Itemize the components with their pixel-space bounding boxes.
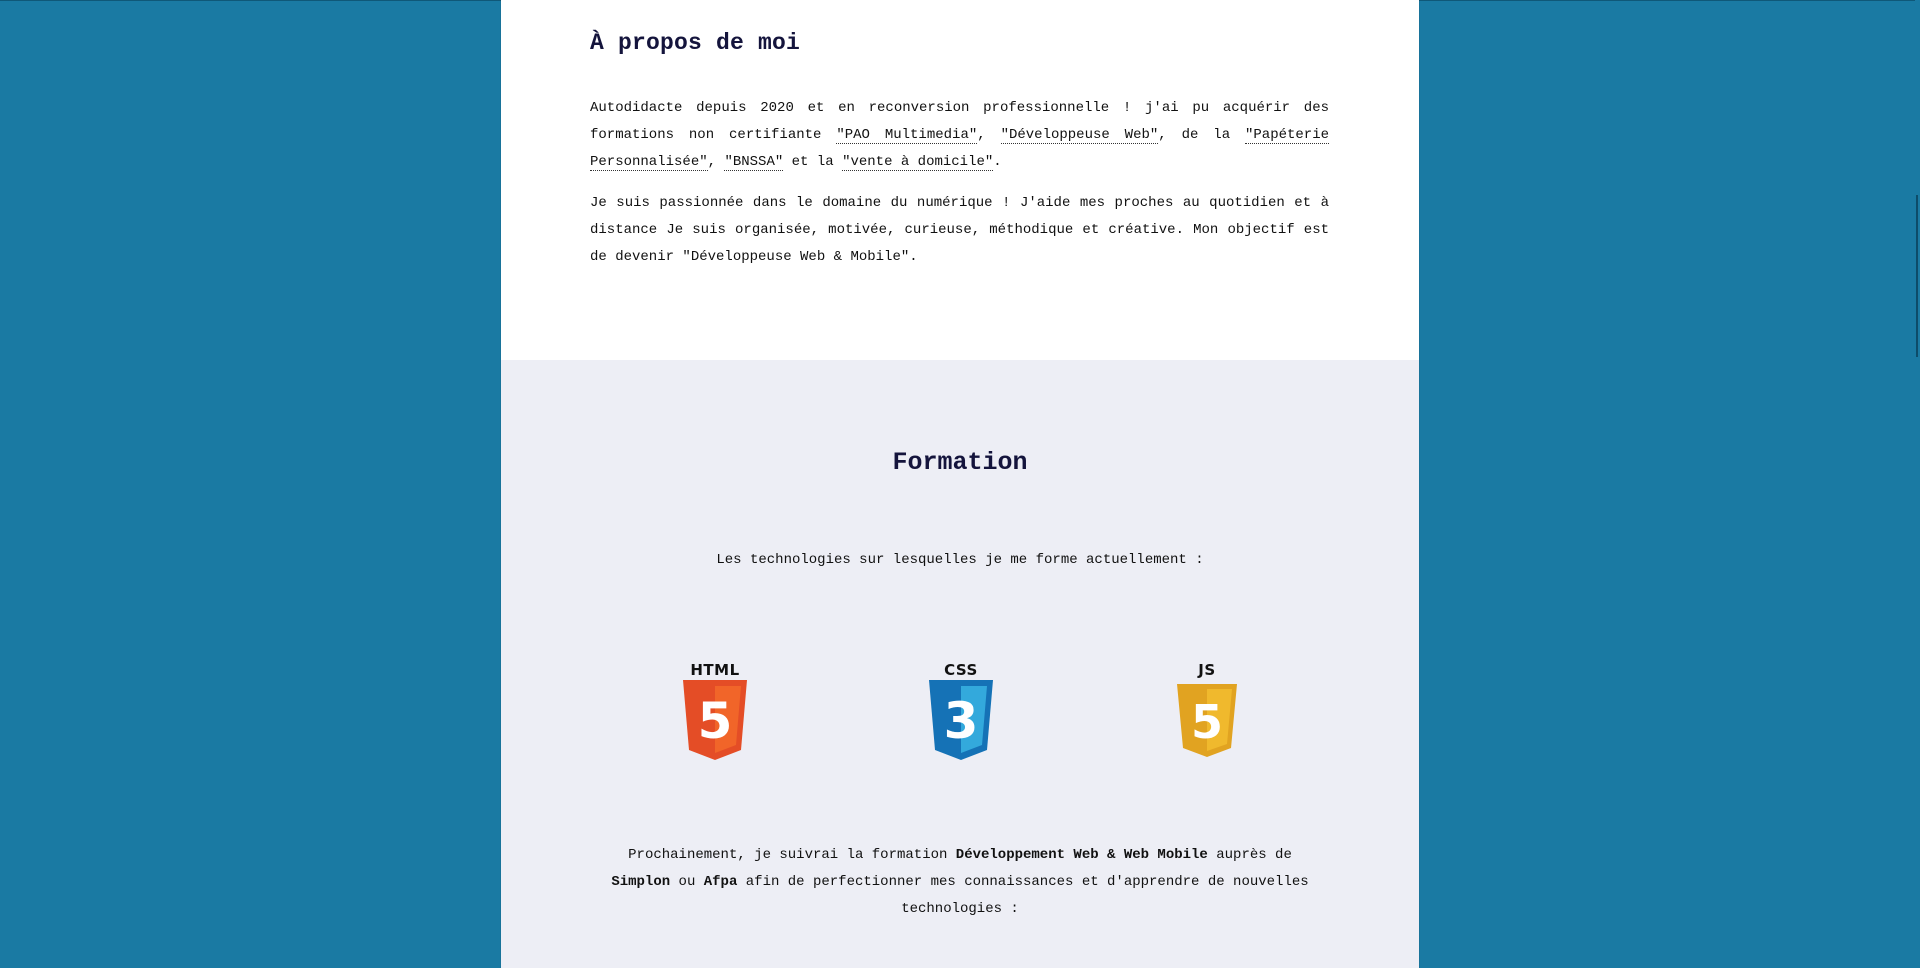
outro-text: Prochainement, je suivrai la formation [628, 847, 956, 863]
page-scrollbar[interactable] [1915, 0, 1920, 968]
css-label: CSS [944, 661, 978, 679]
outro-text: afin de perfectionner mes connaissances … [737, 874, 1309, 917]
about-paragraph-2: Je suis passionnée dans le domaine du nu… [590, 195, 1329, 265]
css3-logo: CSS 3 [916, 662, 1006, 762]
page-container: À propos de moi Autodidacte depuis 2020 … [501, 0, 1419, 968]
abbr-bnssa[interactable]: "BNSSA" [724, 154, 784, 171]
outro-text: auprès de [1207, 847, 1292, 863]
html5-icon: 5 [683, 680, 747, 760]
html-label: HTML [690, 661, 740, 679]
formation-title: Formation [892, 448, 1028, 477]
js-logo: JS 5 [1162, 662, 1252, 762]
about-title: À propos de moi [590, 30, 801, 56]
html5-logo: HTML 5 [670, 662, 760, 762]
abbr-pao-multimedia[interactable]: "PAO Multimedia" [836, 127, 978, 144]
outro-bold-formation: Développement Web & Web Mobile [955, 847, 1208, 863]
about-text: , [977, 127, 1001, 143]
abbr-vente-domicile[interactable]: "vente à domicile" [842, 154, 994, 171]
svg-text:3: 3 [944, 692, 979, 750]
about-text: . [993, 154, 1002, 170]
about-text: et la [783, 154, 843, 170]
scrollbar-thumb[interactable] [1916, 195, 1918, 357]
css3-icon: 3 [929, 680, 993, 760]
about-text: , [707, 154, 725, 170]
formation-intro: Les technologies sur lesquelles je me fo… [716, 552, 1204, 568]
formation-section: Formation Les technologies sur lesquelle… [501, 360, 1419, 968]
outro-bold-afpa: Afpa [703, 874, 738, 890]
outro-text: ou [670, 874, 704, 890]
formation-outro: Prochainement, je suivrai la formation D… [601, 842, 1319, 923]
about-section: À propos de moi Autodidacte depuis 2020 … [501, 0, 1419, 360]
outro-bold-simplon: Simplon [611, 874, 671, 890]
js-label: JS [1198, 661, 1216, 679]
svg-text:5: 5 [698, 692, 733, 750]
about-paragraph-1: Autodidacte depuis 2020 et en reconversi… [590, 95, 1330, 176]
js-icon: 5 [1177, 684, 1237, 757]
about-text: , de la [1158, 127, 1245, 143]
abbr-developpeuse-web[interactable]: "Développeuse Web" [1000, 127, 1159, 144]
svg-text:5: 5 [1191, 695, 1223, 749]
